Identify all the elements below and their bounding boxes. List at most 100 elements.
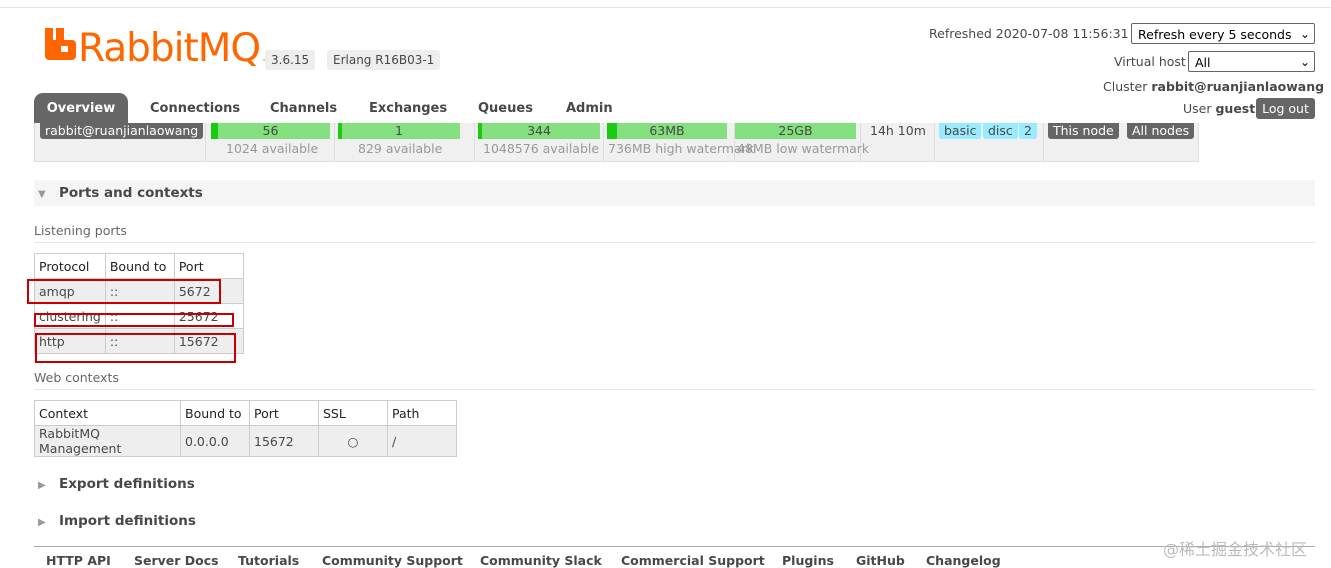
tab-queues[interactable]: Queues <box>478 93 533 124</box>
col-bound-to: Bound to <box>104 253 175 279</box>
tab-channels[interactable]: Channels <box>270 93 337 124</box>
disk-gauge: 25GB <box>735 123 856 139</box>
tab-overview[interactable]: Overview <box>34 93 128 124</box>
node-name-cell: rabbit@ruanjianlaowang <box>35 123 206 161</box>
user-label: User <box>1183 101 1212 116</box>
procs-gauge-fill <box>478 123 482 139</box>
procs-value: 344 <box>527 123 551 138</box>
table-header-row: Protocol Bound to Port <box>34 253 244 279</box>
ports-section-header[interactable]: ▼ Ports and contexts <box>34 180 1315 206</box>
cell-context: RabbitMQ Management <box>34 425 181 457</box>
footer-link-server-docs[interactable]: Server Docs <box>134 553 219 568</box>
fd-gauge: 56 <box>211 123 330 139</box>
import-section-title: Import definitions <box>59 513 196 529</box>
memory-cell: 63MB 736MB high watermark <box>604 123 754 161</box>
procs-cell: 344 1048576 available <box>475 123 604 161</box>
chevron-down-icon: ⌄ <box>1299 55 1310 69</box>
rabbitmq-logo[interactable]: RabbitMQ ™ <box>45 28 268 70</box>
cluster-info: Cluster rabbit@ruanjianlaowang <box>1103 79 1324 94</box>
procs-available: 1048576 available <box>483 141 600 156</box>
listening-ports-label: Listening ports <box>34 223 1315 243</box>
sockets-gauge-fill <box>338 123 342 139</box>
memory-value: 63MB <box>649 123 685 138</box>
refresh-select-value: Refresh every 5 seconds <box>1138 27 1292 42</box>
triangle-down-icon: ▼ <box>38 189 46 200</box>
uptime-cell: 14h 10m <box>861 123 935 161</box>
ports-section-title: Ports and contexts <box>59 185 203 201</box>
highlight-box-amqp <box>27 279 221 304</box>
uptime-value: 14h 10m <box>870 123 926 138</box>
footer-link-community-slack[interactable]: Community Slack <box>480 553 602 568</box>
vhost-select[interactable]: All ⌄ <box>1188 51 1315 72</box>
watermark-text: @稀土掘金技术社区 <box>1163 540 1308 559</box>
info-tag-basic: basic <box>939 123 982 139</box>
highlight-box-clustering <box>34 313 234 327</box>
disk-watermark: 48MB low watermark <box>737 141 870 156</box>
vhost-label: Virtual host <box>1114 54 1186 69</box>
web-contexts-label: Web contexts <box>34 370 1315 390</box>
tab-connections[interactable]: Connections <box>150 93 240 124</box>
web-contexts-table: Context Bound to Port SSL Path RabbitMQ … <box>34 400 457 457</box>
sockets-available: 829 available <box>358 141 443 156</box>
reset-stats-cell: This node All nodes <box>1044 123 1200 161</box>
vhost-select-value: All <box>1195 55 1211 70</box>
col-port: Port <box>249 400 319 426</box>
fd-value: 56 <box>262 123 279 138</box>
footer-link-plugins[interactable]: Plugins <box>782 553 834 568</box>
col-protocol: Protocol <box>34 253 106 279</box>
node-stats-row: rabbit@ruanjianlaowang 56 1024 available… <box>34 123 1199 162</box>
cell-ssl: ○ <box>318 425 388 457</box>
erlang-badge: Erlang R16B03-1 <box>327 50 441 70</box>
rabbit-logo-icon <box>45 28 76 60</box>
sockets-gauge: 1 <box>338 123 460 139</box>
footer-link-github[interactable]: GitHub <box>856 553 905 568</box>
version-badge: 3.6.15 <box>265 50 316 70</box>
sockets-value: 1 <box>395 123 403 138</box>
footer-link-changelog[interactable]: Changelog <box>926 553 1001 568</box>
cell-bound: 0.0.0.0 <box>180 425 250 457</box>
footer-divider <box>34 546 1315 547</box>
tab-exchanges[interactable]: Exchanges <box>369 93 447 124</box>
highlight-box-http <box>35 333 236 363</box>
user-name: guest <box>1215 101 1256 116</box>
cell-port: 15672 <box>249 425 319 457</box>
refreshed-text: Refreshed 2020-07-08 11:56:31 <box>929 26 1129 41</box>
cluster-label: Cluster <box>1103 79 1148 94</box>
refresh-select[interactable]: Refresh every 5 seconds ⌄ <box>1131 23 1315 44</box>
info-tag-count: 2 <box>1019 123 1037 139</box>
memory-watermark: 736MB high watermark <box>608 141 755 156</box>
procs-gauge: 344 <box>478 123 600 139</box>
cluster-name: rabbit@ruanjianlaowang <box>1151 79 1325 94</box>
logout-button[interactable]: Log out <box>1256 98 1315 119</box>
memory-gauge-fill <box>607 123 618 139</box>
footer-link-commercial-support[interactable]: Commercial Support <box>621 553 765 568</box>
fd-cell: 56 1024 available <box>206 123 335 161</box>
info-cell: basic disc 2 <box>935 123 1044 161</box>
footer-link-tutorials[interactable]: Tutorials <box>238 553 299 568</box>
table-header-row: Context Bound to Port SSL Path <box>34 400 457 426</box>
table-row: RabbitMQ Management 0.0.0.0 15672 ○ / <box>34 425 457 457</box>
chevron-down-icon: ⌄ <box>1299 27 1310 41</box>
disk-cell: 25GB 48MB low watermark <box>735 123 869 161</box>
col-path: Path <box>387 400 457 426</box>
info-tag-disc: disc <box>983 123 1018 139</box>
this-node-button[interactable]: This node <box>1048 123 1119 139</box>
all-nodes-button[interactable]: All nodes <box>1127 123 1195 139</box>
sockets-cell: 1 829 available <box>335 123 475 161</box>
top-divider <box>0 7 1331 8</box>
user-info: User guest <box>1183 101 1255 116</box>
col-port: Port <box>173 253 244 279</box>
triangle-right-icon: ▶ <box>38 517 46 528</box>
tab-admin[interactable]: Admin <box>566 93 613 124</box>
footer-link-http-api[interactable]: HTTP API <box>46 553 111 568</box>
footer-link-community-support[interactable]: Community Support <box>322 553 463 568</box>
cell-path: / <box>387 425 457 457</box>
node-name-link[interactable]: rabbit@ruanjianlaowang <box>40 123 204 139</box>
memory-gauge: 63MB <box>607 123 727 139</box>
logo-text: RabbitMQ <box>78 26 261 71</box>
col-bound-to: Bound to <box>180 400 250 426</box>
col-context: Context <box>34 400 181 426</box>
export-section-title: Export definitions <box>59 476 195 492</box>
import-section-header[interactable]: ▶ Import definitions <box>34 508 1315 534</box>
export-section-header[interactable]: ▶ Export definitions <box>34 471 1315 497</box>
